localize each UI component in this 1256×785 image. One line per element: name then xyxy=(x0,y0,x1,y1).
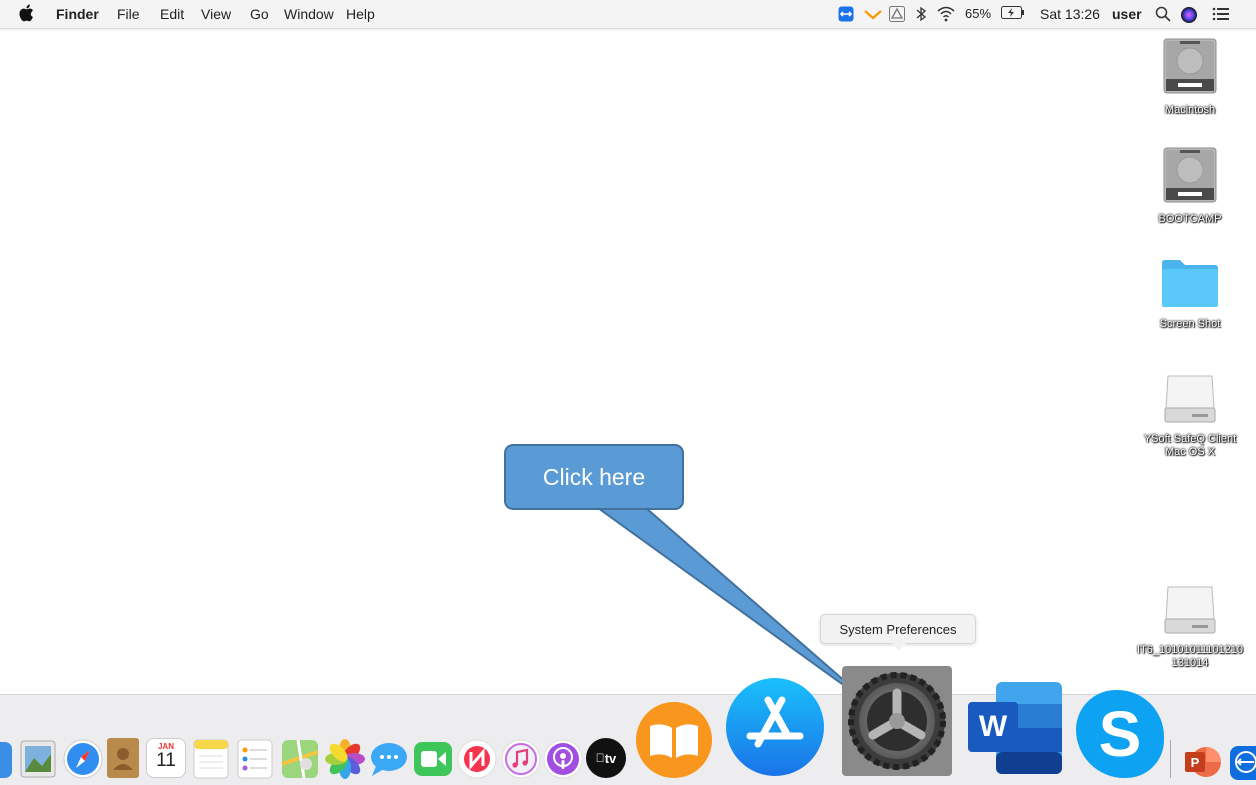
dock-system-preferences-icon[interactable] xyxy=(842,666,952,776)
calendar-day: 11 xyxy=(156,750,176,771)
dock xyxy=(0,694,1256,785)
dock-app-store-icon[interactable] xyxy=(724,676,826,778)
dock-facetime-icon[interactable] xyxy=(412,738,454,780)
dock-reminders-icon[interactable] xyxy=(236,738,274,780)
ppt-letter: P xyxy=(1190,754,1200,770)
dock-podcasts-icon[interactable] xyxy=(542,738,584,780)
dock-finder-icon[interactable] xyxy=(0,742,14,778)
apple-logo-icon:  xyxy=(596,751,605,765)
dock-maps-icon[interactable] xyxy=(280,738,320,780)
tv-label: tv xyxy=(600,750,617,766)
dock-books-icon[interactable] xyxy=(634,700,714,780)
dock-photos-icon[interactable] xyxy=(324,738,366,780)
callout-text: Click here xyxy=(542,463,646,490)
gear-icon xyxy=(848,672,946,770)
dock-calendar-icon[interactable]: JAN 11 xyxy=(146,738,186,778)
dock-itunes-icon[interactable] xyxy=(500,738,542,780)
dock-messages-icon[interactable] xyxy=(368,738,410,780)
dock-news-icon[interactable] xyxy=(456,738,498,780)
dock-divider xyxy=(1170,740,1171,778)
word-letter: W xyxy=(978,710,1008,743)
callout-box: Click here xyxy=(504,444,684,510)
dock-teamviewer-icon[interactable] xyxy=(1228,744,1256,780)
tooltip-text: System Preferences xyxy=(839,621,957,637)
dock-contacts-icon[interactable] xyxy=(104,736,142,780)
dock-safari-icon[interactable] xyxy=(62,738,104,780)
dock-preview-icon[interactable] xyxy=(18,738,58,780)
skype-letter: S xyxy=(1098,698,1142,770)
dock-notes-icon[interactable] xyxy=(192,738,230,780)
dock-tooltip: System Preferences xyxy=(820,614,976,651)
callout-pointer xyxy=(597,507,879,711)
dock-tv-icon[interactable]:  tv xyxy=(586,738,626,778)
